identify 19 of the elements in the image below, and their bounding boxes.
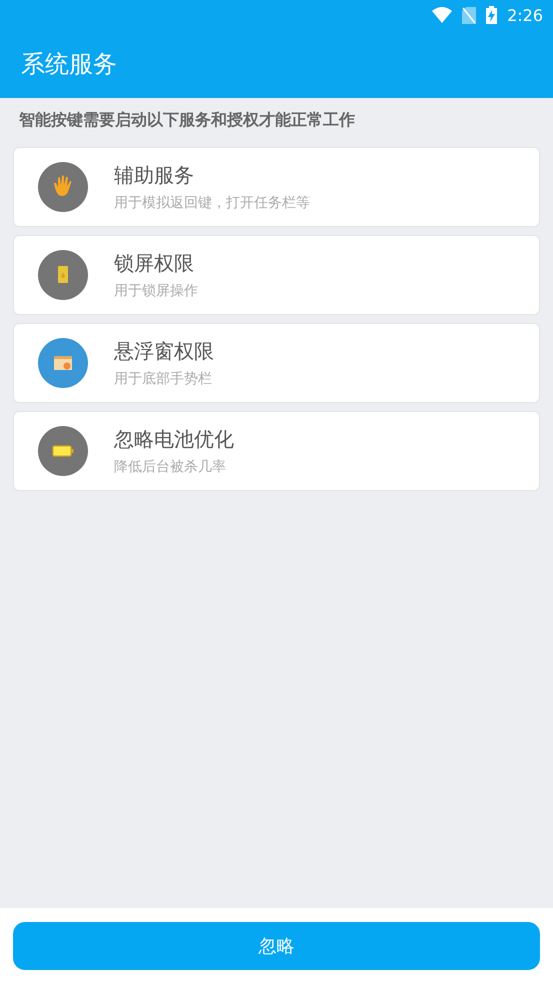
window-icon xyxy=(38,338,88,388)
service-description: 用于底部手势栏 xyxy=(114,370,213,388)
service-title: 辅助服务 xyxy=(114,162,195,188)
wifi-icon xyxy=(432,7,452,23)
ignore-button[interactable]: 忽略 xyxy=(13,922,540,970)
no-sim-icon xyxy=(462,6,476,24)
screen-title: 系统服务 xyxy=(21,49,117,80)
service-description: 用于模拟返回键，打开任务栏等 xyxy=(114,194,310,212)
service-title: 忽略电池优化 xyxy=(114,426,234,452)
notice-text: 智能按键需要启动以下服务和授权才能正常工作 xyxy=(18,109,356,131)
service-title: 锁屏权限 xyxy=(114,250,195,276)
service-description: 用于锁屏操作 xyxy=(114,282,198,300)
service-description: 降低后台被杀几率 xyxy=(114,458,227,476)
battery-charging-icon xyxy=(486,6,498,24)
hand-icon xyxy=(38,162,88,212)
service-title: 悬浮窗权限 xyxy=(114,338,214,364)
clock-time: 2:26 xyxy=(507,6,543,24)
battery-icon xyxy=(38,426,88,476)
phone-icon xyxy=(38,250,88,300)
